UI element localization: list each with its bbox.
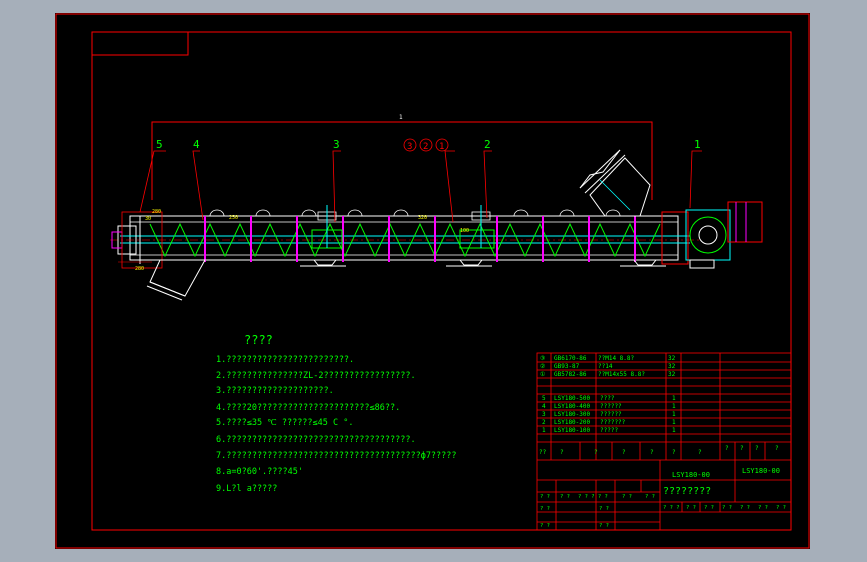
title-cell: ? ?	[540, 523, 550, 529]
bom-header-cell: ?	[622, 449, 626, 456]
bom-header-cell: ?	[775, 445, 779, 452]
balloon-1: 1	[694, 138, 701, 151]
bom-std-qty: 32	[668, 355, 676, 362]
bom-header-cell: ?	[725, 445, 729, 452]
balloon-3: 3	[333, 138, 340, 151]
title-cell: ? ?	[704, 505, 714, 511]
note-1: 1.????????????????????????.	[216, 355, 354, 365]
bom-part-no: 1	[542, 427, 546, 434]
note-4: 4.????20??????????????????????≤86??.	[216, 403, 400, 413]
bom-part-code: LSY180-100	[554, 427, 591, 434]
bom-header-cell: ?	[740, 445, 744, 452]
callout-1: 1	[439, 142, 444, 152]
part-name: ????????	[663, 486, 711, 497]
overall-length-label: 1	[399, 114, 403, 121]
bom-std-name: ??14	[598, 363, 613, 370]
bom-part-no: 2	[542, 419, 546, 426]
note-6: 6.????????????????????????????????????.	[216, 435, 416, 445]
bom-part-name: ????	[600, 395, 615, 402]
bom-std-no: ①	[540, 371, 545, 378]
note-2: 2.???????????????ZL-2?????????????????.	[216, 371, 416, 381]
callout-3: 3	[407, 142, 412, 152]
title-cell: ? ?	[560, 494, 570, 500]
bom-part-code: LSY180-400	[554, 403, 591, 410]
dim-label: 280	[152, 209, 161, 215]
bom-part-qty: 1	[672, 427, 676, 434]
drawing-sheet	[55, 13, 810, 549]
dim-label: 30	[145, 216, 151, 222]
drawing-number: LSY180-00	[742, 467, 780, 475]
bom-header-cell: ??	[539, 449, 547, 456]
balloon-4: 4	[193, 138, 200, 151]
bom-part-name: ??????	[600, 403, 622, 410]
note-7: 7.??????????????????????????????????????…	[216, 451, 457, 461]
balloon-2: 2	[484, 138, 491, 151]
bom-header-cell: ?	[755, 445, 759, 452]
dim-label: 280	[135, 266, 144, 272]
bom-part-no: 5	[542, 395, 546, 402]
bom-part-name: ???????	[600, 419, 626, 426]
bom-part-name: ??????	[600, 411, 622, 418]
bom-std-code: GB6170-86	[554, 355, 587, 362]
bom-part-code: LSY180-200	[554, 419, 591, 426]
note-8: 8.a=0?60'.????45'	[216, 467, 303, 477]
notes-title: ????	[244, 333, 273, 347]
bom-header-cell: ?	[672, 449, 676, 456]
title-cell: ? ? ? ? ?	[578, 494, 608, 500]
title-cell: ? ?	[540, 494, 550, 500]
title-cell: ? ?	[540, 506, 550, 512]
bom-header-cell: ?	[560, 449, 564, 456]
note-3: 3.????????????????????.	[216, 386, 334, 396]
bom-header-cell: ?	[594, 449, 598, 456]
title-cell: ? ? ?	[663, 505, 680, 511]
bom-std-name: ??M14 8.8?	[598, 355, 635, 362]
bom-part-qty: 1	[672, 395, 676, 402]
balloon-5: 5	[156, 138, 163, 151]
bom-std-qty: 32	[668, 371, 676, 378]
bom-part-code: LSY180-300	[554, 411, 591, 418]
title-cell: ? ?	[776, 505, 786, 511]
bom-std-name: ??M14x55 8.8?	[598, 371, 645, 378]
bom-std-qty: 32	[668, 363, 676, 370]
note-5: 5.????≤35 ℃ ??????≤45 C °.	[216, 418, 353, 428]
bom-std-code: GB93-87	[554, 363, 580, 370]
bom-part-qty: 1	[672, 411, 676, 418]
bom-header-cell: ?	[698, 449, 702, 456]
bom-part-no: 3	[542, 411, 546, 418]
callout-2: 2	[423, 142, 428, 152]
model-label: LSY180-00	[672, 471, 710, 479]
title-cell: ? ?	[740, 505, 750, 511]
bom-part-qty: 1	[672, 419, 676, 426]
dim-label: 320	[418, 215, 427, 221]
title-cell: ? ?	[622, 494, 632, 500]
bom-part-name: ?????	[600, 427, 618, 434]
title-cell: ? ?	[645, 494, 655, 500]
bom-part-no: 4	[542, 403, 546, 410]
title-cell: ? ?	[599, 523, 609, 529]
title-cell: ? ?	[686, 505, 696, 511]
title-cell: ? ?	[599, 506, 609, 512]
cad-drawing-canvas: 1 280 30 250 100 320 280 5 4 3 2 1 3 2 1…	[55, 13, 810, 549]
bom-part-qty: 1	[672, 403, 676, 410]
bom-header-cell: ?	[650, 449, 654, 456]
title-cell: ? ?	[722, 505, 732, 511]
title-cell: ? ?	[758, 505, 768, 511]
dim-label: 100	[460, 228, 469, 234]
bom-std-no: ③	[540, 355, 545, 362]
note-9: 9.L?l a?????	[216, 484, 277, 494]
bom-part-code: LSY180-500	[554, 395, 591, 402]
dim-label: 250	[229, 215, 238, 221]
bom-std-no: ②	[540, 363, 545, 370]
bom-std-code: GB5782-86	[554, 371, 587, 378]
